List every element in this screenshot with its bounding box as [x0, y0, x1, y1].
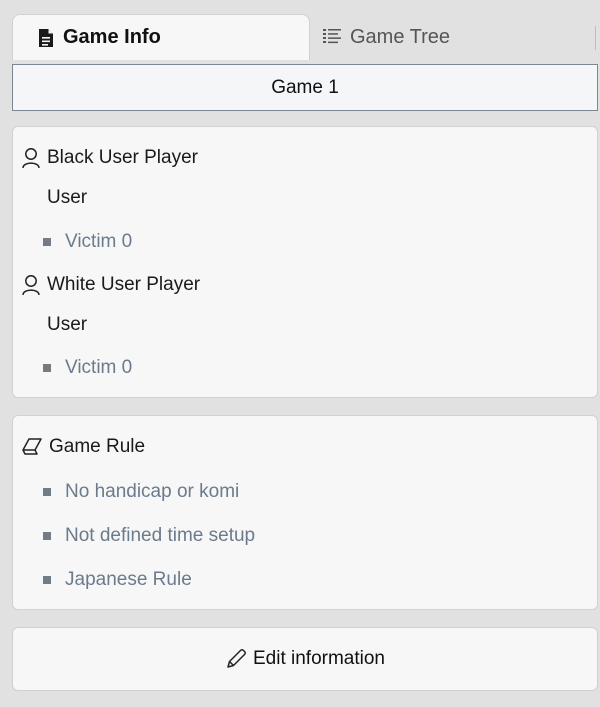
pencil-icon: [225, 648, 247, 670]
black-player-header: Black User Player: [21, 147, 198, 169]
rule-item-label: Not defined time setup: [65, 525, 256, 546]
players-card: Black User Player User Victim 0 White Us…: [12, 126, 598, 398]
bullet-icon: [43, 576, 51, 584]
bullet-icon: [43, 238, 51, 246]
document-icon: [37, 28, 55, 48]
tab-game-tree[interactable]: Game Tree: [310, 14, 598, 60]
edit-information-button[interactable]: Edit information: [12, 627, 598, 691]
white-player-victim-label: Victim 0: [65, 357, 133, 378]
black-player-title: Black User Player: [47, 147, 198, 168]
user-icon: [21, 147, 41, 169]
tab-separator: [595, 26, 596, 50]
bullet-icon: [43, 364, 51, 372]
game-selector-label: Game 1: [271, 76, 339, 98]
eraser-icon: [21, 437, 43, 457]
rule-item: No handicap or komi: [43, 481, 239, 503]
rule-item: Japanese Rule: [43, 569, 192, 591]
bullet-icon: [43, 532, 51, 540]
black-player-victim: Victim 0: [43, 231, 132, 253]
rule-item: Not defined time setup: [43, 525, 255, 547]
rule-item-label: Japanese Rule: [65, 569, 192, 590]
edit-information-label: Edit information: [252, 648, 385, 669]
white-player-type: User: [47, 314, 88, 335]
black-player-type: User: [47, 187, 88, 208]
white-player-header: White User Player: [21, 274, 200, 296]
tab-bar: Game Info Game Tree: [12, 14, 598, 60]
game-selector[interactable]: Game 1: [12, 64, 598, 111]
bullet-icon: [43, 488, 51, 496]
rule-item-label: No handicap or komi: [65, 481, 240, 502]
white-player-title: White User Player: [47, 274, 201, 295]
tab-game-info[interactable]: Game Info: [12, 14, 310, 60]
game-rule-header: Game Rule: [21, 436, 145, 458]
game-rule-title: Game Rule: [49, 436, 146, 457]
game-rule-card: Game Rule No handicap or komi Not define…: [12, 415, 598, 610]
tab-game-tree-label: Game Tree: [350, 25, 451, 48]
list-tree-icon: [322, 28, 342, 46]
tab-game-info-label: Game Info: [63, 26, 161, 48]
black-player-victim-label: Victim 0: [65, 231, 133, 252]
white-player-victim: Victim 0: [43, 357, 132, 379]
user-icon: [21, 274, 41, 296]
